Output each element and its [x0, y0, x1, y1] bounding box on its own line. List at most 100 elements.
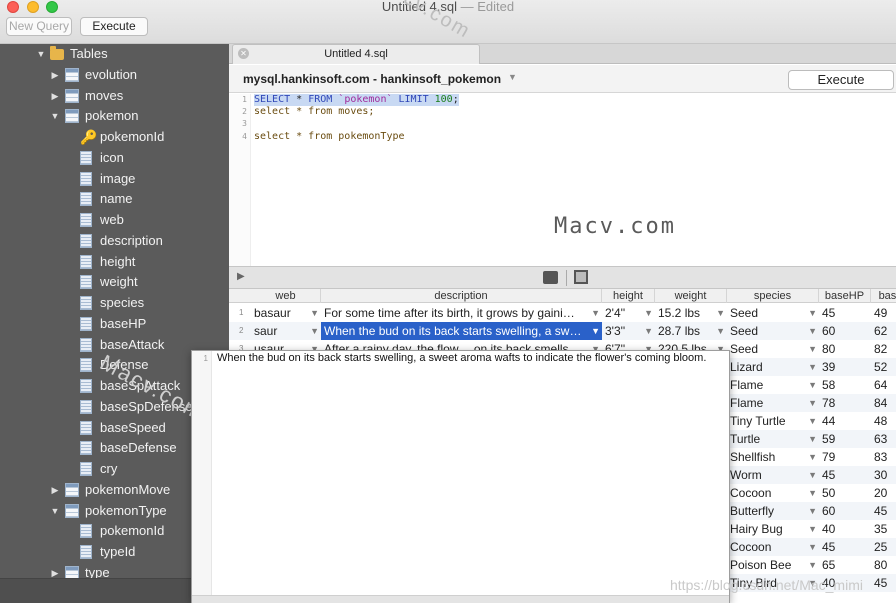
- sidebar-item-weight[interactable]: weight: [0, 272, 229, 292]
- sidebar-item-web[interactable]: web: [0, 210, 229, 230]
- cell-baseHP[interactable]: 78: [819, 394, 871, 412]
- column-header-base[interactable]: base: [871, 289, 896, 303]
- cell-species[interactable]: Lizard ▼: [727, 358, 819, 376]
- cell-height[interactable]: 3'3'' ▼: [602, 322, 655, 340]
- cell-baseHP[interactable]: 60: [819, 322, 871, 340]
- cell-baseHP[interactable]: 45: [819, 466, 871, 484]
- results-splitter[interactable]: ▶: [229, 266, 896, 289]
- cell-species[interactable]: Flame ▼: [727, 394, 819, 412]
- column-header-species[interactable]: species: [727, 289, 819, 303]
- cell-text-content[interactable]: When the bud on its back starts swelling…: [217, 352, 706, 364]
- cell-base[interactable]: 64: [871, 376, 896, 394]
- cell-base[interactable]: 35: [871, 520, 896, 538]
- sidebar-item-pokemonid[interactable]: 🔑 pokemonId: [0, 127, 229, 147]
- new-query-button[interactable]: New Query: [6, 17, 72, 36]
- column-header-description[interactable]: description: [321, 289, 602, 303]
- disclosure-collapsed-icon[interactable]: ▶: [50, 65, 60, 85]
- cell-base[interactable]: 49: [871, 304, 896, 322]
- chevron-down-icon[interactable]: ▼: [644, 322, 653, 340]
- disclosure-collapsed-icon[interactable]: ▶: [50, 480, 60, 500]
- column-header-height[interactable]: height: [602, 289, 655, 303]
- chevron-down-icon[interactable]: ▼: [591, 304, 600, 322]
- sidebar-item-tables[interactable]: ▼ Tables: [0, 44, 229, 64]
- sidebar-item-basehp[interactable]: baseHP: [0, 314, 229, 334]
- cell-text-editor-popup[interactable]: 1 When the bud on its back starts swelli…: [191, 350, 730, 603]
- chevron-down-icon[interactable]: ▼: [508, 72, 517, 82]
- chevron-down-icon[interactable]: ▼: [716, 322, 725, 340]
- cell-base[interactable]: 63: [871, 430, 896, 448]
- cell-base[interactable]: 25: [871, 538, 896, 556]
- cell-baseHP[interactable]: 39: [819, 358, 871, 376]
- cell-baseHP[interactable]: 58: [819, 376, 871, 394]
- chevron-down-icon[interactable]: ▼: [808, 358, 817, 376]
- disclosure-collapsed-icon[interactable]: ▶: [50, 563, 60, 578]
- cell-baseHP[interactable]: 59: [819, 430, 871, 448]
- cell-species[interactable]: Seed ▼: [727, 340, 819, 358]
- cell-species[interactable]: Worm ▼: [727, 466, 819, 484]
- sidebar-item-pokemon[interactable]: ▼ pokemon: [0, 106, 229, 126]
- sidebar-item-moves[interactable]: ▶ moves: [0, 86, 229, 106]
- cell-baseHP[interactable]: 65: [819, 556, 871, 574]
- sidebar-item-evolution[interactable]: ▶ evolution: [0, 65, 229, 85]
- cell-height[interactable]: 2'4'' ▼: [602, 304, 655, 322]
- cell-weight[interactable]: 28.7 lbs ▼: [655, 322, 727, 340]
- cell-description[interactable]: When the bud on its back starts swelling…: [321, 322, 602, 340]
- cell-base[interactable]: 84: [871, 394, 896, 412]
- chevron-down-icon[interactable]: ▼: [808, 322, 817, 340]
- play-icon[interactable]: ▶: [237, 271, 245, 282]
- cell-baseHP[interactable]: 44: [819, 412, 871, 430]
- chevron-down-icon[interactable]: ▼: [808, 430, 817, 448]
- disclosure-expanded-icon[interactable]: ▼: [50, 501, 60, 521]
- sidebar-item-image[interactable]: image: [0, 169, 229, 189]
- cell-species[interactable]: Cocoon ▼: [727, 538, 819, 556]
- chevron-down-icon[interactable]: ▼: [310, 304, 319, 322]
- cell-base[interactable]: 80: [871, 556, 896, 574]
- cell-baseHP[interactable]: 40: [819, 520, 871, 538]
- sidebar-item-icon[interactable]: icon: [0, 148, 229, 168]
- cell-species[interactable]: Shellfish ▼: [727, 448, 819, 466]
- column-header-web[interactable]: web: [251, 289, 321, 303]
- cell-base[interactable]: 48: [871, 412, 896, 430]
- chevron-down-icon[interactable]: ▼: [808, 502, 817, 520]
- cell-species[interactable]: Seed ▼: [727, 304, 819, 322]
- chevron-down-icon[interactable]: ▼: [716, 304, 725, 322]
- cell-baseHP[interactable]: 50: [819, 484, 871, 502]
- cell-base[interactable]: 45: [871, 502, 896, 520]
- cell-base[interactable]: 83: [871, 448, 896, 466]
- cell-baseHP[interactable]: 45: [819, 304, 871, 322]
- cell-baseHP[interactable]: 60: [819, 502, 871, 520]
- cell-base[interactable]: 52: [871, 358, 896, 376]
- chevron-down-icon[interactable]: ▼: [808, 340, 817, 358]
- chevron-down-icon[interactable]: ▼: [808, 520, 817, 538]
- cell-species[interactable]: Seed ▼: [727, 322, 819, 340]
- cell-baseHP[interactable]: 45: [819, 538, 871, 556]
- chevron-down-icon[interactable]: ▼: [644, 304, 653, 322]
- chevron-down-icon[interactable]: ▼: [808, 394, 817, 412]
- tab-close-icon[interactable]: ✕: [238, 48, 249, 59]
- cell-base[interactable]: 62: [871, 322, 896, 340]
- disclosure-expanded-icon[interactable]: ▼: [36, 44, 46, 64]
- cell-species[interactable]: Poison Bee ▼: [727, 556, 819, 574]
- execute-button[interactable]: Execute: [788, 70, 894, 90]
- chevron-down-icon[interactable]: ▼: [808, 556, 817, 574]
- cell-base[interactable]: 20: [871, 484, 896, 502]
- sql-editor[interactable]: 1 2 3 4 SELECT * FROM `pokemon` LIMIT 10…: [229, 94, 896, 266]
- folder-icon[interactable]: [543, 271, 558, 284]
- cell-species[interactable]: Butterfly ▼: [727, 502, 819, 520]
- sidebar-item-species[interactable]: species: [0, 293, 229, 313]
- cell-web[interactable]: basaur ▼: [251, 304, 321, 322]
- chevron-down-icon[interactable]: ▼: [808, 376, 817, 394]
- cell-description[interactable]: For some time after its birth, it grows …: [321, 304, 602, 322]
- chevron-down-icon[interactable]: ▼: [310, 322, 319, 340]
- cell-baseHP[interactable]: 79: [819, 448, 871, 466]
- chevron-down-icon[interactable]: ▼: [808, 466, 817, 484]
- chevron-down-icon[interactable]: ▼: [808, 448, 817, 466]
- chevron-down-icon[interactable]: ▼: [591, 322, 600, 340]
- cell-web[interactable]: saur ▼: [251, 322, 321, 340]
- cell-weight[interactable]: 15.2 lbs ▼: [655, 304, 727, 322]
- chevron-down-icon[interactable]: ▼: [808, 412, 817, 430]
- copy-icon[interactable]: [574, 270, 588, 284]
- chevron-down-icon[interactable]: ▼: [808, 304, 817, 322]
- chevron-down-icon[interactable]: ▼: [808, 538, 817, 556]
- column-header-baseHP[interactable]: baseHP: [819, 289, 871, 303]
